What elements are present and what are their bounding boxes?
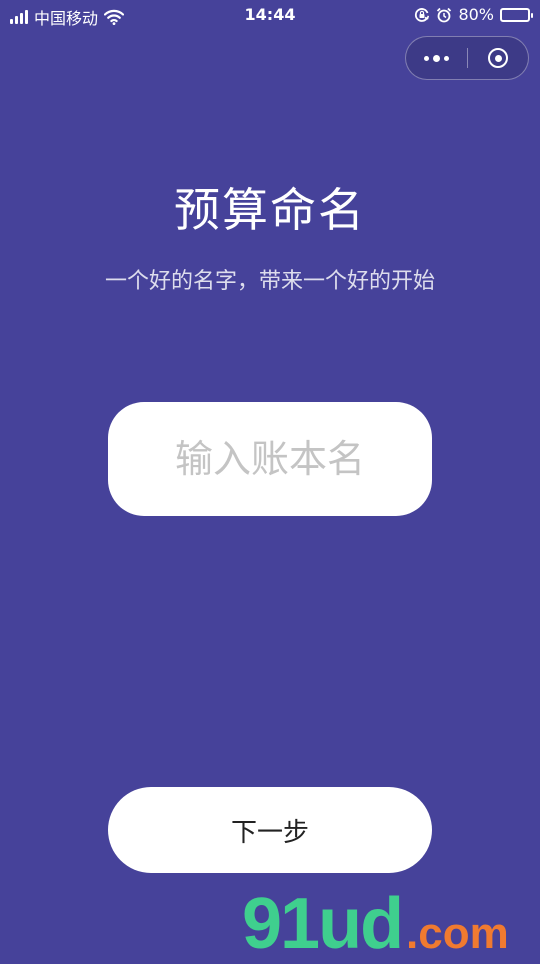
watermark-tld: .com (406, 909, 509, 958)
orientation-lock-icon (415, 7, 430, 22)
watermark-logo: 91ud .com (242, 880, 509, 960)
next-step-button[interactable]: 下一步 (108, 787, 432, 873)
mini-program-capsule (405, 36, 529, 80)
watermark-main: 91ud (242, 884, 404, 964)
more-dots-icon[interactable] (406, 37, 467, 79)
status-bar: 中国移动 14:44 80% (0, 0, 540, 30)
page-subtitle: 一个好的名字，带来一个好的开始 (104, 269, 435, 294)
battery-icon (500, 7, 533, 22)
alarm-icon (437, 7, 452, 22)
ledger-name-input[interactable] (108, 402, 432, 516)
target-circle-icon[interactable] (468, 37, 528, 79)
battery-percent: 80% (458, 5, 494, 24)
status-right: 80% (414, 5, 533, 24)
page-title: 预算命名 (174, 183, 366, 237)
